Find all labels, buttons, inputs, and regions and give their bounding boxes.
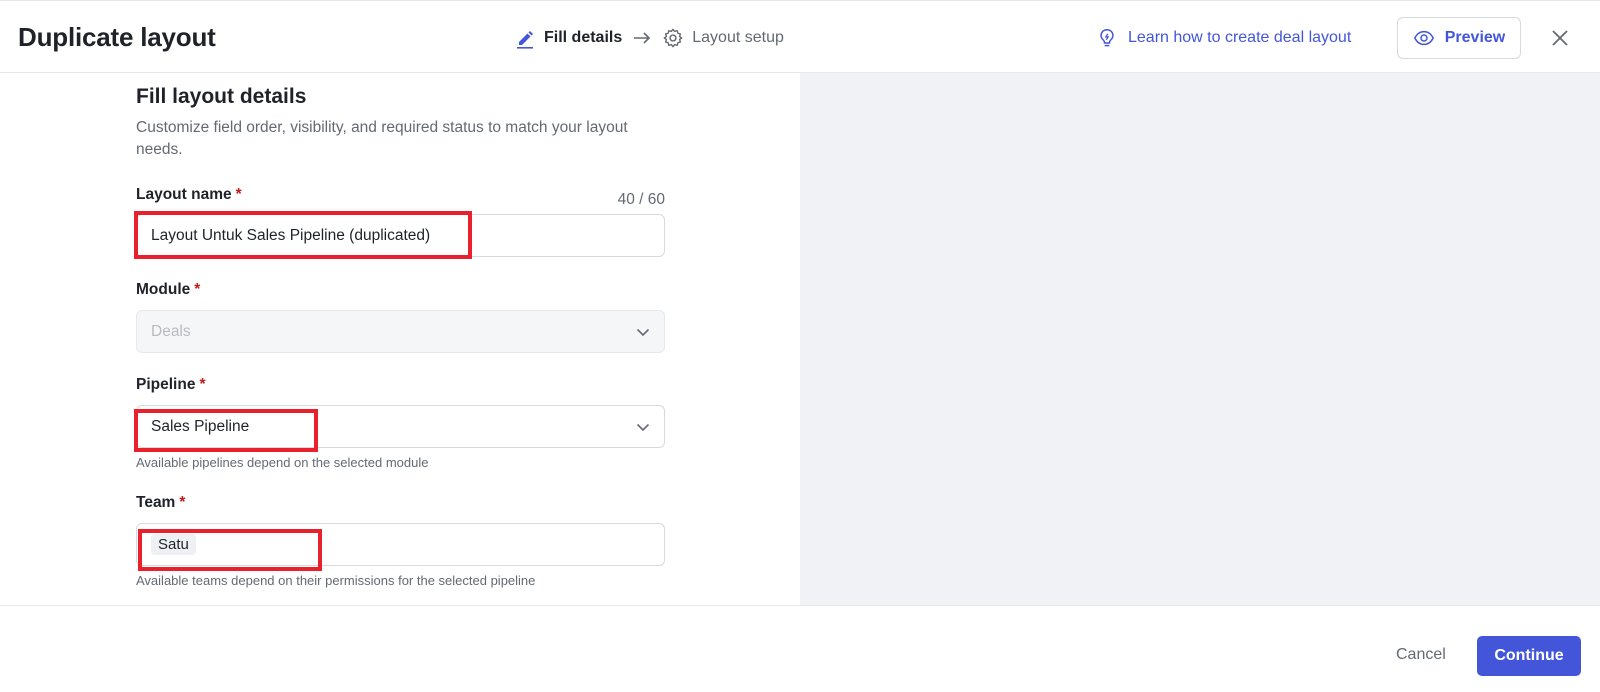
team-select[interactable]: Satu (136, 523, 665, 566)
continue-button[interactable]: Continue (1477, 636, 1581, 676)
preview-button-label: Preview (1444, 29, 1506, 46)
preview-button[interactable]: Preview (1397, 17, 1521, 59)
pipeline-value: Sales Pipeline (151, 417, 250, 435)
gear-icon (662, 27, 684, 49)
module-label: Module * (136, 281, 200, 299)
chevron-down-icon (634, 323, 652, 341)
layout-name-value: Layout Untuk Sales Pipeline (duplicated) (151, 226, 431, 244)
team-label: Team * (136, 494, 185, 512)
step-layout-setup-label: Layout setup (692, 29, 784, 46)
page-title: Duplicate layout (18, 22, 216, 52)
pencil-icon (514, 27, 536, 49)
required-mark: * (199, 376, 206, 393)
team-helper-text: Available teams depend on their permissi… (136, 573, 536, 588)
stepper: Fill details Layout setup (514, 26, 784, 50)
pipeline-label: Pipeline * (136, 376, 205, 394)
step-fill-details[interactable]: Fill details (514, 27, 622, 49)
form-panel: Fill layout details Customize field orde… (0, 73, 800, 605)
layout-name-label-text: Layout name (136, 186, 232, 203)
main-content: Fill layout details Customize field orde… (0, 73, 1600, 605)
step-fill-details-label: Fill details (544, 29, 623, 46)
module-select: Deals (136, 310, 665, 353)
char-counter: 40 / 60 (617, 191, 665, 208)
pipeline-helper-text: Available pipelines depend on the select… (136, 455, 429, 470)
step-layout-setup[interactable]: Layout setup (662, 27, 784, 49)
learn-link[interactable]: Learn how to create deal layout (1096, 27, 1351, 49)
pipeline-label-text: Pipeline (136, 376, 196, 393)
preview-panel (800, 73, 1600, 605)
layout-name-label: Layout name * (136, 186, 242, 204)
module-label-text: Module (136, 281, 191, 298)
eye-icon (1413, 27, 1435, 49)
cancel-button[interactable]: Cancel (1396, 646, 1446, 664)
close-icon[interactable] (1549, 27, 1571, 49)
chevron-down-icon (634, 418, 652, 436)
top-header: Duplicate layout Fill details Layout set… (0, 0, 1600, 73)
required-mark: * (179, 494, 186, 511)
footer-bar: Cancel Continue (0, 605, 1600, 692)
learn-link-label: Learn how to create deal layout (1128, 29, 1352, 46)
team-label-text: Team (136, 494, 176, 511)
module-value: Deals (151, 322, 191, 340)
arrow-right-icon (632, 28, 652, 48)
required-mark: * (194, 281, 201, 298)
section-title: Fill layout details (136, 85, 307, 108)
pipeline-select[interactable]: Sales Pipeline (136, 405, 665, 448)
team-chip[interactable]: Satu (151, 534, 196, 555)
lightbulb-icon (1096, 27, 1118, 49)
section-description: Customize field order, visibility, and r… (136, 119, 628, 158)
required-mark: * (235, 186, 242, 203)
layout-name-input[interactable]: Layout Untuk Sales Pipeline (duplicated) (136, 214, 665, 257)
